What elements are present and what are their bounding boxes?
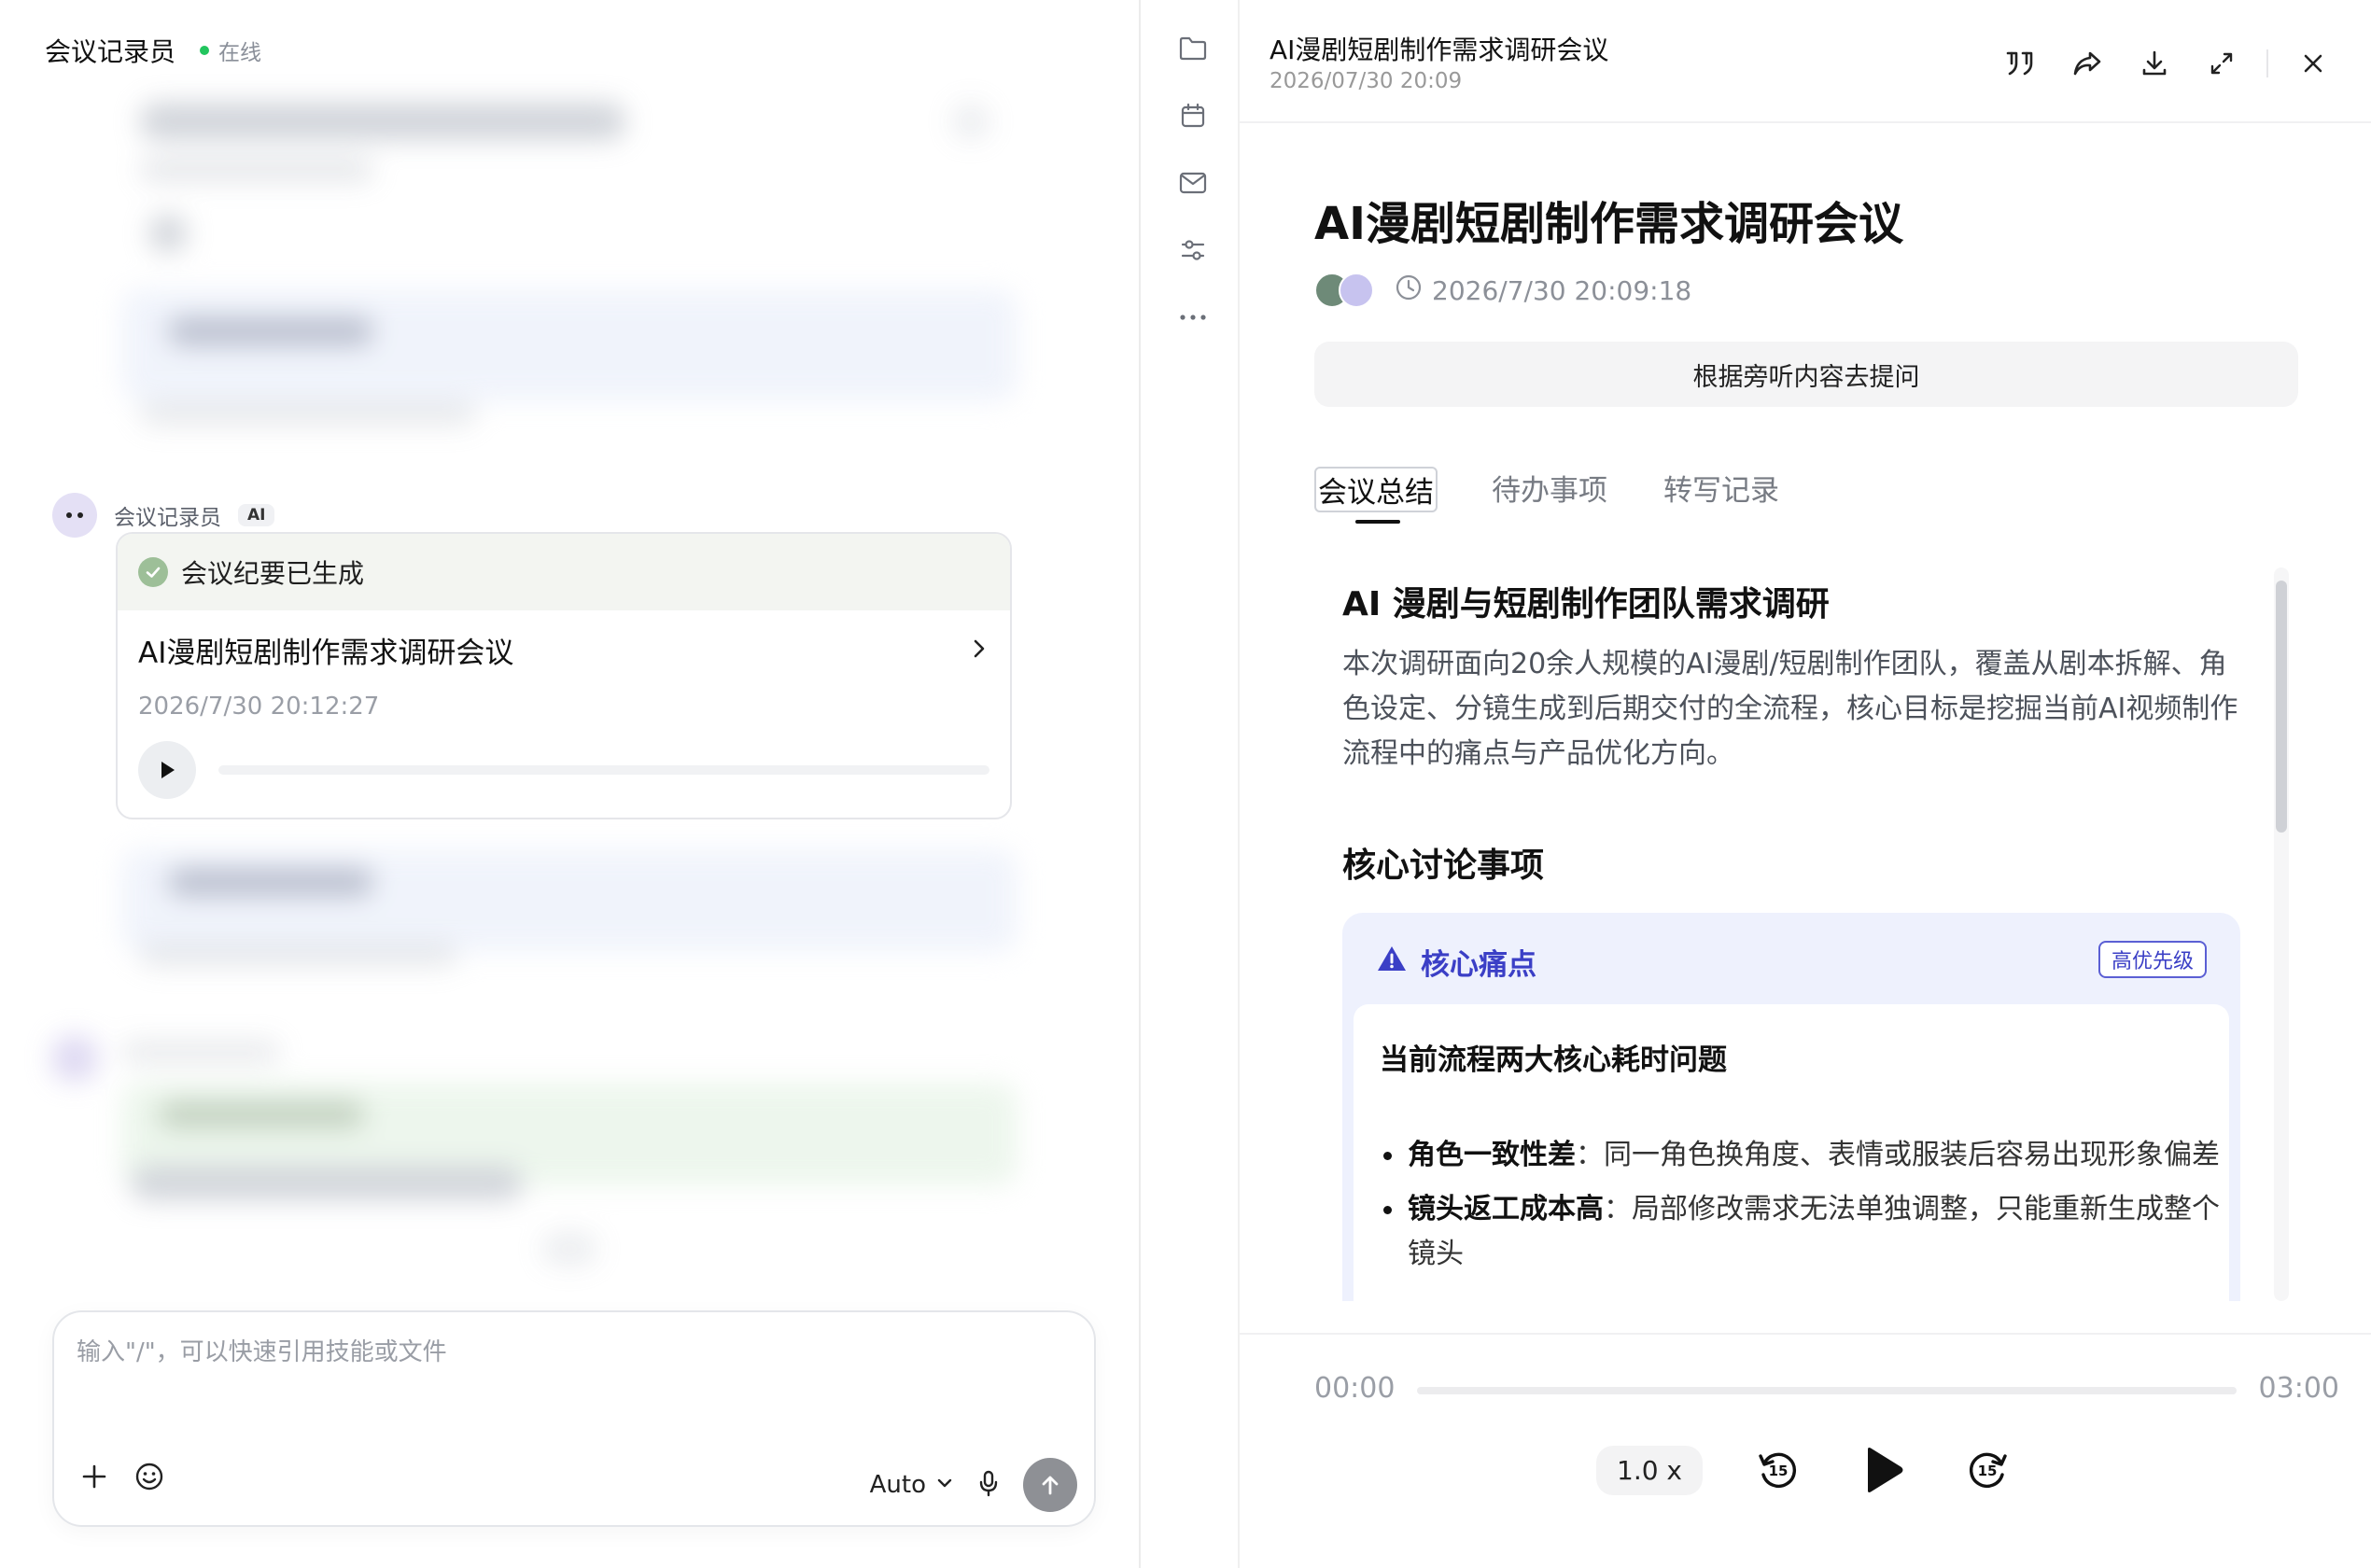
pain-points-list: 角色一致性差：同一角色换角度、表情或服装后容易出现形象偏差 镜头返工成本高：局部… [1380,1133,2220,1286]
microphone-icon[interactable] [976,1469,1001,1501]
chevron-right-icon[interactable] [967,637,989,664]
online-dot-icon [200,46,210,55]
audio-player: 00:00 03:00 1.0 x 15 15 [1240,1333,2371,1568]
clock-icon [1395,273,1423,308]
record-card-status: 会议纪要已生成 [118,534,1010,610]
tab-todos[interactable]: 待办事项 [1490,467,1609,512]
tab-summary[interactable]: 会议总结 [1314,467,1438,524]
play-icon[interactable] [1854,1441,1912,1499]
app-name: 会议记录员 [45,36,176,67]
blurred-history-bottom [0,831,1045,1297]
composer-right-tools: Auto [870,1458,1077,1512]
blurred-history-top [0,75,1045,448]
header-time: 2026/07/30 20:09 [1270,69,1463,93]
speed-button[interactable]: 1.0 x [1596,1445,1703,1495]
check-icon [138,557,168,587]
record-time: 2026/7/30 20:12:27 [138,693,380,721]
current-time: 00:00 [1314,1372,1396,1405]
list-item: 角色一致性差：同一角色换角度、表情或服装后容易出现形象偏差 [1380,1133,2220,1178]
online-status: 在线 [200,35,261,66]
model-select-label: Auto [869,1471,926,1499]
add-icon[interactable] [80,1463,108,1494]
online-status-label: 在线 [218,41,262,65]
scrollbar-thumb[interactable] [2276,581,2287,833]
ask-from-transcript-button[interactable]: 根据旁听内容去提问 [1314,342,2298,407]
record-status-text: 会议纪要已生成 [181,558,365,589]
document-time: 2026/7/30 20:09:18 [1395,273,1691,308]
summary-heading: AI 漫剧与短剧制作团队需求调研 [1342,585,1830,623]
meeting-record-card[interactable]: 会议纪要已生成 AI漫剧短剧制作需求调研会议 2026/7/30 20:12:2… [116,532,1012,819]
rewind-15-icon[interactable]: 15 [1749,1441,1807,1499]
folder-icon[interactable] [1174,30,1212,67]
pain-points-body: 当前流程两大核心耗时问题 角色一致性差：同一角色换角度、表情或服装后容易出现形象… [1354,1004,2229,1301]
message-input[interactable] [77,1338,1066,1366]
header-actions [1975,41,2336,86]
send-button[interactable] [1023,1458,1077,1512]
detail-tabs: 会议总结 待办事项 转写记录 [1314,467,1781,524]
play-button[interactable] [138,741,196,799]
list-item: 镜头返工成本高：局部修改需求无法单独调整，只能重新生成整个镜头 [1380,1187,2220,1277]
calendar-icon[interactable] [1174,97,1212,134]
pain-points-subtitle: 当前流程两大核心耗时问题 [1380,1043,1727,1077]
chevron-down-icon [935,1471,954,1499]
message-header: 会议记录员 AI [52,493,275,538]
icon-rail [1148,0,1238,1568]
section-title: 核心讨论事项 [1342,847,1545,885]
mail-icon[interactable] [1174,164,1212,202]
document-meta: 2026/7/30 20:09:18 [1314,273,1691,308]
summary-content: AI 漫剧与短剧制作团队需求调研 本次调研面向20余人规模的AI漫剧/短剧制作团… [1314,567,2341,1301]
document-title: AI漫剧短剧制作需求调研会议 [1314,198,1904,250]
participant-avatars[interactable] [1314,273,1374,308]
pain-points-title: 核心痛点 [1421,948,1536,982]
record-title: AI漫剧短剧制作需求调研会议 [138,637,514,670]
pain-points-header: 核心痛点 [1376,941,1536,983]
record-progress-bar[interactable] [218,765,989,775]
svg-text:15: 15 [1769,1463,1789,1479]
message-composer: Auto [52,1310,1096,1527]
share-icon[interactable] [2065,41,2110,86]
download-icon[interactable] [2132,41,2177,86]
header-title: AI漫剧短剧制作需求调研会议 [1270,35,1609,65]
more-icon[interactable] [1174,299,1212,336]
playback-controls: 1.0 x 15 15 [1240,1441,2371,1499]
expand-icon[interactable] [2199,41,2244,86]
header-divider [2266,49,2268,77]
composer-left-tools [80,1462,164,1495]
record-title-row[interactable]: AI漫剧短剧制作需求调研会议 [138,629,989,671]
summary-intro: 本次调研面向20余人规模的AI漫剧/短剧制作团队，覆盖从剧本拆解、角色设定、分镜… [1342,648,2238,770]
model-select[interactable]: Auto [870,1471,954,1499]
forward-15-icon[interactable]: 15 [1958,1441,2016,1499]
detail-header: AI漫剧短剧制作需求调研会议 2026/07/30 20:09 [1240,0,2371,123]
ai-badge: AI [238,504,275,526]
svg-text:15: 15 [1978,1463,1998,1479]
document-time-text: 2026/7/30 20:09:18 [1432,274,1692,306]
chat-pane: 会议记录员 在线 会议记录员 AI 会议纪要已生成 AI漫剧短剧制作需求调研会议 [0,0,1141,1568]
meeting-detail-pane: AI漫剧短剧制作需求调研会议 2026/07/30 20:09 AI漫剧短剧制作… [1238,0,2371,1568]
pain-points-card: 核心痛点 高优先级 当前流程两大核心耗时问题 角色一致性差：同一角色换角度、表情… [1342,913,2240,1301]
audio-progress-bar[interactable] [1417,1387,2237,1394]
chat-header: 会议记录员 在线 [45,32,261,69]
bot-avatar [52,493,97,538]
avatar [1339,273,1374,308]
tab-transcript[interactable]: 转写记录 [1662,467,1781,512]
message-sender: 会议记录员 [114,506,221,530]
sliders-icon[interactable] [1174,231,1212,269]
warning-icon [1376,945,1408,980]
record-audio-player [138,741,989,799]
summary-scrollbar[interactable] [2274,567,2289,1301]
close-icon[interactable] [2291,41,2336,86]
total-time: 03:00 [2258,1372,2339,1405]
priority-badge: 高优先级 [2097,941,2207,978]
emoji-icon[interactable] [134,1462,164,1495]
quote-icon[interactable] [1998,41,2042,86]
